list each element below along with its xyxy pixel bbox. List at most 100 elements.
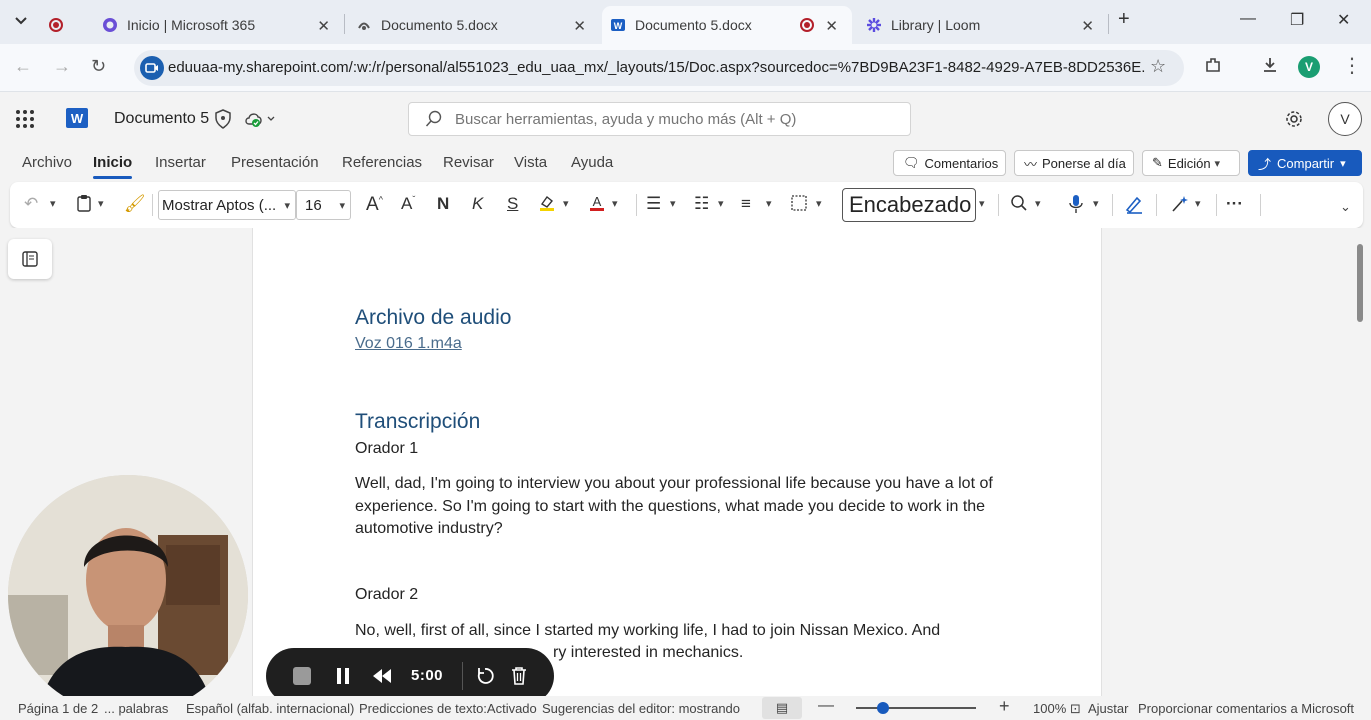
- tab-referencias[interactable]: Referencias: [342, 154, 422, 171]
- app-launcher-icon[interactable]: [16, 110, 34, 128]
- profile-avatar[interactable]: V: [1298, 56, 1320, 78]
- tab-microsoft365[interactable]: Inicio | Microsoft 365 ✕: [92, 6, 342, 44]
- font-color-icon[interactable]: A: [588, 194, 606, 217]
- close-icon[interactable]: ✕: [1081, 17, 1094, 35]
- vertical-scrollbar[interactable]: [1357, 244, 1363, 322]
- chevron-down-icon[interactable]: ▾: [979, 197, 985, 210]
- chevron-down-icon[interactable]: ▾: [766, 197, 772, 210]
- shield-icon[interactable]: [214, 109, 232, 134]
- catch-up-button[interactable]: 〰 Ponerse al día: [1014, 150, 1134, 176]
- tab-revisar[interactable]: Revisar: [443, 154, 494, 171]
- chevron-down-icon[interactable]: ▾: [612, 197, 618, 210]
- reload-icon[interactable]: ↻: [91, 56, 106, 77]
- fit-icon[interactable]: ⊡: [1070, 701, 1081, 717]
- tab-documento-word[interactable]: W Documento 5.docx ✕: [602, 6, 852, 44]
- close-icon[interactable]: ✕: [825, 17, 838, 35]
- site-info-icon[interactable]: [140, 56, 164, 80]
- tab-vista[interactable]: Vista: [514, 154, 547, 171]
- speaker-1-paragraph[interactable]: Well, dad, I'm going to interview you ab…: [355, 473, 1003, 541]
- close-icon[interactable]: ✕: [317, 17, 330, 35]
- editor-icon[interactable]: [1124, 194, 1144, 219]
- share-button[interactable]: ⤴ Compartir ▾: [1248, 150, 1362, 176]
- tab-loom[interactable]: Library | Loom ✕: [856, 6, 1106, 44]
- settings-gear-icon[interactable]: [1284, 109, 1304, 134]
- read-mode-button[interactable]: ▤: [762, 697, 802, 719]
- style-select[interactable]: Encabezado 1: [842, 188, 976, 222]
- tab-presentacion[interactable]: Presentación: [231, 154, 319, 171]
- chevron-down-icon[interactable]: ▾: [1195, 197, 1201, 210]
- search-box[interactable]: [408, 102, 911, 136]
- bookmark-star-icon[interactable]: ☆: [1150, 56, 1166, 77]
- speaker-2-paragraph[interactable]: No, well, first of all, since I started …: [355, 620, 1003, 643]
- minimize-button[interactable]: —: [1240, 10, 1256, 28]
- chevron-down-icon[interactable]: ▾: [670, 197, 676, 210]
- underline-icon[interactable]: S: [507, 194, 518, 214]
- user-avatar[interactable]: V: [1328, 102, 1362, 136]
- find-icon[interactable]: [1010, 194, 1028, 217]
- format-painter-icon[interactable]: 🖌: [124, 194, 146, 214]
- align-icon[interactable]: ≡: [741, 194, 751, 214]
- comments-button[interactable]: 🗨 Comentarios: [893, 150, 1006, 176]
- webcam-bubble[interactable]: [8, 475, 248, 715]
- url-bar[interactable]: eduuaa-my.sharepoint.com/:w:/r/personal/…: [134, 50, 1184, 86]
- close-icon[interactable]: ✕: [573, 17, 586, 35]
- back-icon[interactable]: ←: [14, 56, 32, 77]
- grow-font-icon[interactable]: A^: [366, 194, 383, 216]
- zoom-in-button[interactable]: +: [999, 696, 1010, 717]
- zoom-slider-track[interactable]: [856, 707, 976, 709]
- document-page[interactable]: Archivo de audio Voz 016 1.m4a Transcrip…: [252, 228, 1102, 696]
- more-options-icon[interactable]: ···: [1226, 194, 1243, 214]
- highlight-icon[interactable]: [538, 194, 556, 217]
- download-icon[interactable]: [1261, 56, 1279, 79]
- navigation-pane-button[interactable]: [8, 239, 52, 279]
- text-predictions-status[interactable]: Predicciones de texto:Activado: [359, 701, 537, 716]
- close-window-button[interactable]: ✕: [1337, 10, 1350, 30]
- tab-insertar[interactable]: Insertar: [155, 154, 206, 171]
- italic-icon[interactable]: K: [472, 194, 483, 214]
- editor-suggestions-status[interactable]: Sugerencias del editor: mostrando: [542, 701, 740, 716]
- delete-recording-button[interactable]: [510, 666, 528, 691]
- tab-recording[interactable]: [48, 6, 88, 44]
- url-text[interactable]: eduuaa-my.sharepoint.com/:w:/r/personal/…: [168, 59, 1146, 76]
- zoom-out-button[interactable]: —: [818, 697, 834, 715]
- numbered-list-icon[interactable]: ☷: [694, 194, 709, 214]
- chevron-down-icon[interactable]: ▾: [563, 197, 569, 210]
- speaker-2-paragraph-continued[interactable]: ry interested in mechanics.: [553, 642, 953, 665]
- rewind-button[interactable]: [371, 667, 393, 690]
- language-status[interactable]: Español (alfab. internacional): [186, 701, 354, 716]
- word-count[interactable]: ... palabras: [104, 701, 168, 716]
- tab-documento-loop[interactable]: Documento 5.docx ✕: [346, 6, 598, 44]
- fit-button[interactable]: Ajustar: [1088, 701, 1128, 716]
- chevron-down-icon[interactable]: ▾: [816, 197, 822, 210]
- more-menu-icon[interactable]: ⋮: [1342, 53, 1362, 78]
- bold-icon[interactable]: N: [437, 194, 449, 214]
- chevron-down-icon[interactable]: ▾: [718, 197, 724, 210]
- new-tab-button[interactable]: +: [1118, 8, 1130, 31]
- tab-archivo[interactable]: Archivo: [22, 154, 72, 171]
- chevron-down-icon[interactable]: ▾: [98, 197, 104, 210]
- bullet-list-icon[interactable]: ☰: [646, 194, 661, 214]
- page-count[interactable]: Página 1 de 2: [18, 701, 98, 716]
- borders-icon[interactable]: [790, 194, 808, 217]
- feedback-link[interactable]: Proporcionar comentarios a Microsoft: [1138, 701, 1354, 716]
- chevron-down-icon[interactable]: ▾: [50, 197, 56, 210]
- chevron-down-icon[interactable]: ▾: [1035, 197, 1041, 210]
- expand-ribbon-icon[interactable]: ⌄: [1340, 199, 1351, 215]
- tab-inicio[interactable]: Inicio: [93, 154, 133, 179]
- tab-search-button[interactable]: [8, 8, 34, 34]
- restart-button[interactable]: [475, 666, 495, 691]
- word-logo-icon[interactable]: W: [66, 108, 88, 128]
- zoom-level[interactable]: 100%: [1033, 701, 1066, 716]
- dictate-microphone-icon[interactable]: [1068, 194, 1084, 219]
- font-name-select[interactable]: Mostrar Aptos (... ▾: [158, 190, 296, 220]
- font-size-select[interactable]: 16 ▾: [296, 190, 351, 220]
- extensions-icon[interactable]: [1204, 56, 1222, 79]
- stop-button[interactable]: [292, 666, 312, 691]
- editing-mode-button[interactable]: ✎ Edición ▾: [1142, 150, 1240, 176]
- pause-button[interactable]: [335, 667, 351, 690]
- forward-icon[interactable]: →: [53, 56, 71, 77]
- chevron-down-icon[interactable]: ▾: [1093, 197, 1099, 210]
- document-title[interactable]: Documento 5: [114, 110, 209, 128]
- tab-ayuda[interactable]: Ayuda: [571, 154, 613, 171]
- zoom-slider-thumb[interactable]: [877, 702, 889, 714]
